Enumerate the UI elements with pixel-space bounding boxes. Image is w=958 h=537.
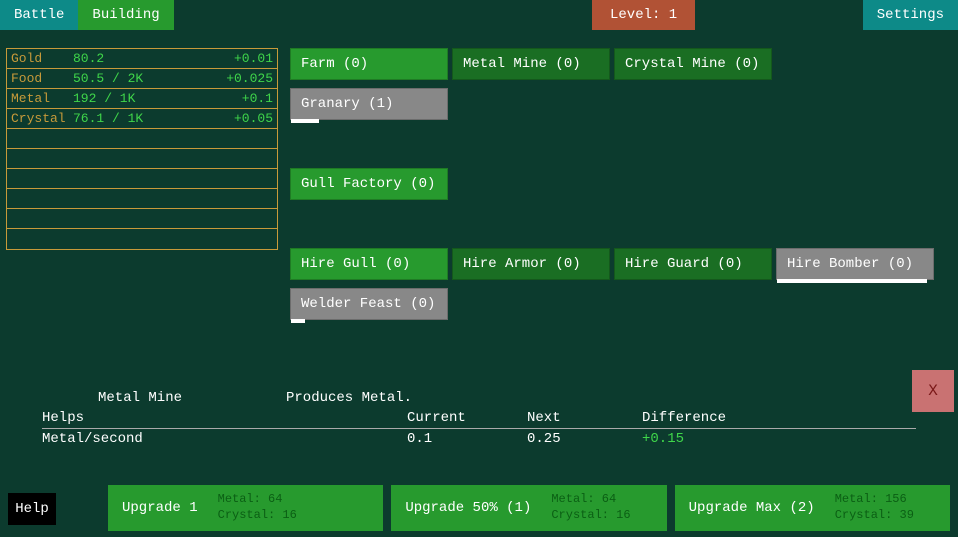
building-label: Hire Bomber (0): [787, 256, 913, 272]
resource-name: Metal: [11, 91, 73, 106]
resource-rate: +0.05: [223, 111, 273, 126]
upgrade-label: Upgrade 1: [122, 500, 198, 516]
resource-value: 80.2: [73, 51, 223, 66]
progress-bar: [291, 119, 319, 123]
upgrade-label: Upgrade Max (2): [689, 500, 815, 516]
building-farm[interactable]: Farm (0): [290, 48, 448, 80]
resource-row-metal: Metal 192 / 1K +0.1: [7, 89, 277, 109]
resource-name: Crystal: [11, 111, 73, 126]
resource-row-gold: Gold 80.2 +0.01: [7, 49, 277, 69]
resource-row-empty: [7, 169, 277, 189]
level-badge: Level: 1: [592, 0, 695, 30]
upgrade-costs: Metal: 64 Crystal: 16: [218, 492, 297, 523]
stats-row-diff: +0.15: [642, 431, 762, 447]
settings-button[interactable]: Settings: [863, 0, 958, 30]
resource-row-empty: [7, 189, 277, 209]
buildings-area: Farm (0) Metal Mine (0) Crystal Mine (0)…: [290, 48, 934, 328]
detail-panel: Metal Mine Produces Metal. Helps Current…: [42, 390, 916, 447]
resource-row-food: Food 50.5 / 2K +0.025: [7, 69, 277, 89]
resource-value: 192 / 1K: [73, 91, 223, 106]
building-crystal-mine[interactable]: Crystal Mine (0): [614, 48, 772, 80]
header-tabs: Battle Building: [0, 0, 958, 30]
close-button[interactable]: X: [912, 370, 954, 412]
building-hire-guard[interactable]: Hire Guard (0): [614, 248, 772, 280]
upgrade-label: Upgrade 50% (1): [405, 500, 531, 516]
stats-head-next: Next: [527, 410, 642, 426]
cost-crystal: Crystal: 16: [551, 508, 630, 524]
resource-value: 50.5 / 2K: [73, 71, 223, 86]
building-welder-feast[interactable]: Welder Feast (0): [290, 288, 448, 320]
upgrade-1-button[interactable]: Upgrade 1 Metal: 64 Crystal: 16: [108, 485, 383, 531]
resource-row-crystal: Crystal 76.1 / 1K +0.05: [7, 109, 277, 129]
resource-panel: Gold 80.2 +0.01 Food 50.5 / 2K +0.025 Me…: [6, 48, 278, 250]
stats-table: Helps Current Next Difference Metal/seco…: [42, 410, 916, 447]
resource-name: Food: [11, 71, 73, 86]
cost-metal: Metal: 64: [218, 492, 297, 508]
resource-rate: +0.025: [223, 71, 273, 86]
stats-row-label: Metal/second: [42, 431, 407, 447]
resource-value: 76.1 / 1K: [73, 111, 223, 126]
tab-battle[interactable]: Battle: [0, 0, 78, 30]
upgrade-50-button[interactable]: Upgrade 50% (1) Metal: 64 Crystal: 16: [391, 485, 666, 531]
detail-title: Metal Mine: [42, 390, 286, 406]
cost-metal: Metal: 156: [835, 492, 914, 508]
upgrade-costs: Metal: 156 Crystal: 39: [835, 492, 914, 523]
resource-row-empty: [7, 209, 277, 229]
stats-head-helps: Helps: [42, 410, 407, 426]
building-label: Welder Feast (0): [301, 296, 435, 312]
tab-building[interactable]: Building: [78, 0, 173, 30]
resource-row-empty: [7, 149, 277, 169]
cost-crystal: Crystal: 16: [218, 508, 297, 524]
bottom-bar: Help Upgrade 1 Metal: 64 Crystal: 16 Upg…: [0, 485, 958, 531]
detail-description: Produces Metal.: [286, 390, 916, 406]
building-label: Granary (1): [301, 96, 393, 112]
upgrade-costs: Metal: 64 Crystal: 16: [551, 492, 630, 523]
resource-rate: +0.01: [223, 51, 273, 66]
building-metal-mine[interactable]: Metal Mine (0): [452, 48, 610, 80]
resource-rate: +0.1: [223, 91, 273, 106]
help-button[interactable]: Help: [8, 493, 56, 525]
resource-name: Gold: [11, 51, 73, 66]
building-hire-armor[interactable]: Hire Armor (0): [452, 248, 610, 280]
resource-row-empty: [7, 229, 277, 249]
cost-metal: Metal: 64: [551, 492, 630, 508]
building-gull-factory[interactable]: Gull Factory (0): [290, 168, 448, 200]
building-granary[interactable]: Granary (1): [290, 88, 448, 120]
stats-head-diff: Difference: [642, 410, 762, 426]
building-hire-gull[interactable]: Hire Gull (0): [290, 248, 448, 280]
stats-head-current: Current: [407, 410, 527, 426]
upgrade-max-button[interactable]: Upgrade Max (2) Metal: 156 Crystal: 39: [675, 485, 950, 531]
building-hire-bomber[interactable]: Hire Bomber (0): [776, 248, 934, 280]
progress-bar: [777, 279, 927, 283]
progress-bar: [291, 319, 305, 323]
resource-row-empty: [7, 129, 277, 149]
stats-row-next: 0.25: [527, 431, 642, 447]
stats-row-current: 0.1: [407, 431, 527, 447]
cost-crystal: Crystal: 39: [835, 508, 914, 524]
